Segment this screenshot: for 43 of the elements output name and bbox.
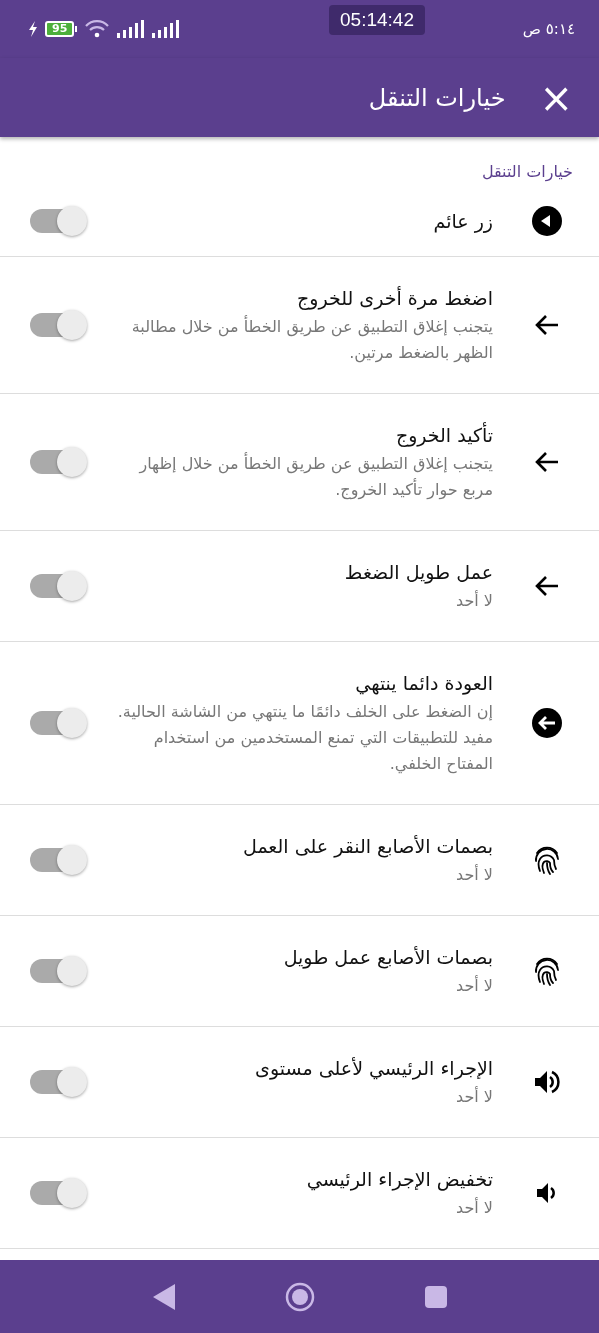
setting-description: يتجنب إغلاق التطبيق عن طريق الخطأ من خلال إظهار مربع حوار تأكيد الخروج. [137, 451, 493, 502]
home-icon[interactable] [284, 1281, 315, 1312]
back-icon[interactable] [152, 1283, 175, 1310]
setting-description: لا أحد [455, 974, 493, 997]
setting-description: لا أحد [455, 589, 493, 612]
setting-title: العودة دائما ينتهي [354, 671, 493, 697]
setting-title: بصمات الأصابع النقر على العمل [242, 834, 493, 860]
recents-icon[interactable] [424, 1285, 447, 1308]
battery-icon: 95 [45, 21, 78, 37]
setting-title: تأكيد الخروج [394, 421, 493, 449]
fingerprint-icon [532, 844, 562, 876]
toggle-switch[interactable] [57, 571, 87, 601]
setting-description: يتجنب إغلاق التطبيق عن طريق الخطأ من خلال مطالبة الظهر بالضغط مرتين. [130, 314, 493, 365]
screen-title: خيارات التنقل [368, 83, 506, 112]
toggle-switch[interactable] [57, 1067, 87, 1097]
fingerprint-icon [532, 955, 562, 987]
setting-title: عمل طويل الضغط [343, 560, 493, 586]
toggle-switch[interactable] [57, 447, 87, 477]
toggle-switch[interactable] [57, 206, 87, 236]
timer-badge: 05:14:42 [329, 5, 425, 35]
setting-description: لا أحد [455, 1196, 493, 1219]
setting-title: تخفيض الإجراء الرئيسي [305, 1167, 493, 1193]
toggle-switch[interactable] [57, 310, 87, 340]
toggle-switch[interactable] [57, 956, 87, 986]
back-arrow-circle-icon [531, 707, 563, 739]
back-circle-icon [531, 205, 563, 237]
setting-title: بصمات الأصابع عمل طويل [282, 945, 493, 971]
setting-title: الإجراء الرئيسي لأعلى مستوى [254, 1056, 493, 1082]
setting-title: اضغط مرة أخرى للخروج [296, 285, 493, 312]
setting-description: لا أحد [455, 1085, 493, 1108]
toggle-switch[interactable] [57, 708, 87, 738]
clock: ٥:١٤ ص [522, 20, 575, 38]
toggle-switch[interactable] [57, 845, 87, 875]
setting-title: زر عائم [432, 209, 493, 235]
signal-icon [117, 20, 146, 38]
toggle-switch[interactable] [57, 1178, 87, 1208]
signal-icon [152, 20, 181, 38]
section-title: خيارات التنقل [481, 162, 573, 181]
close-button[interactable]: × [539, 77, 573, 118]
setting-description: لا أحد [455, 863, 493, 886]
setting-description: إن الضغط على الخلف دائمًا ما ينتهي من الشاشة الحالية. مفيد للتطبيقات التي تمنع المستخدمين من استخدام المفتاح الخلفي. [116, 701, 493, 776]
wifi-icon [84, 20, 111, 38]
charging-icon [28, 21, 38, 37]
